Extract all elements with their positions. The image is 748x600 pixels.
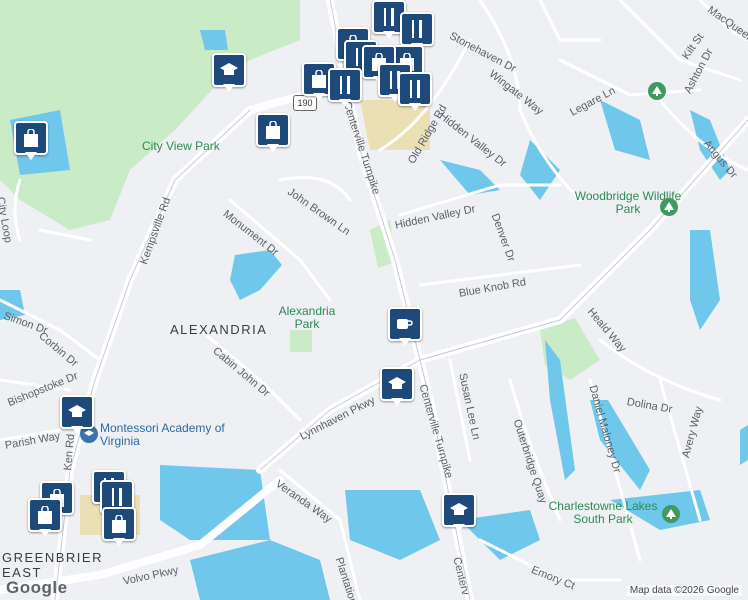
shopping-marker[interactable]	[256, 113, 290, 155]
graduation-cap-icon	[388, 377, 406, 389]
restaurant-marker[interactable]	[398, 72, 432, 114]
area-label-greenbrier-east: GREENBRIER EAST	[2, 550, 103, 580]
shopping-marker[interactable]	[14, 121, 48, 163]
graduation-cap-icon	[450, 503, 468, 515]
fork-knife-icon	[412, 20, 422, 38]
park-tree-icon	[660, 198, 678, 216]
park-label-alexandria: Alexandria Park	[278, 304, 336, 331]
shopping-bag-icon	[38, 506, 52, 524]
map-canvas[interactable]: 190 Kempsville Rd Ken Rd Centerville Tur…	[0, 0, 748, 600]
school-marker[interactable]	[212, 53, 246, 95]
graduation-cap-icon	[220, 63, 238, 75]
park-label-charlestowne: Charlestowne Lakes South Park	[548, 499, 658, 526]
fork-knife-icon	[410, 80, 420, 98]
park-label-city-view: City View Park	[142, 139, 220, 153]
coffee-marker[interactable]	[388, 307, 422, 349]
school-marker[interactable]	[380, 367, 414, 409]
coffee-cup-icon	[397, 319, 413, 329]
shopping-bag-icon	[266, 121, 280, 139]
fork-knife-icon	[340, 76, 350, 94]
fork-knife-icon	[384, 8, 394, 26]
restaurant-marker[interactable]	[328, 68, 362, 110]
area-label-alexandria: ALEXANDRIA	[170, 322, 268, 337]
shopping-marker[interactable]	[28, 498, 62, 540]
park-tree-icon	[648, 82, 666, 100]
shopping-bag-icon	[312, 70, 326, 88]
school-marker[interactable]	[60, 395, 94, 437]
google-logo: Google	[6, 578, 68, 597]
shopping-bag-icon	[24, 129, 38, 147]
school-marker[interactable]	[442, 493, 476, 535]
graduation-cap-icon	[68, 405, 86, 417]
shopping-marker[interactable]	[102, 507, 136, 549]
fork-knife-icon	[112, 488, 122, 506]
map-attribution: Map data ©2026 Google	[626, 585, 742, 596]
shopping-bag-icon	[112, 515, 126, 533]
school-label-montessori: Montessori Academy of Virginia	[100, 421, 225, 448]
park-tree-icon	[662, 505, 680, 523]
